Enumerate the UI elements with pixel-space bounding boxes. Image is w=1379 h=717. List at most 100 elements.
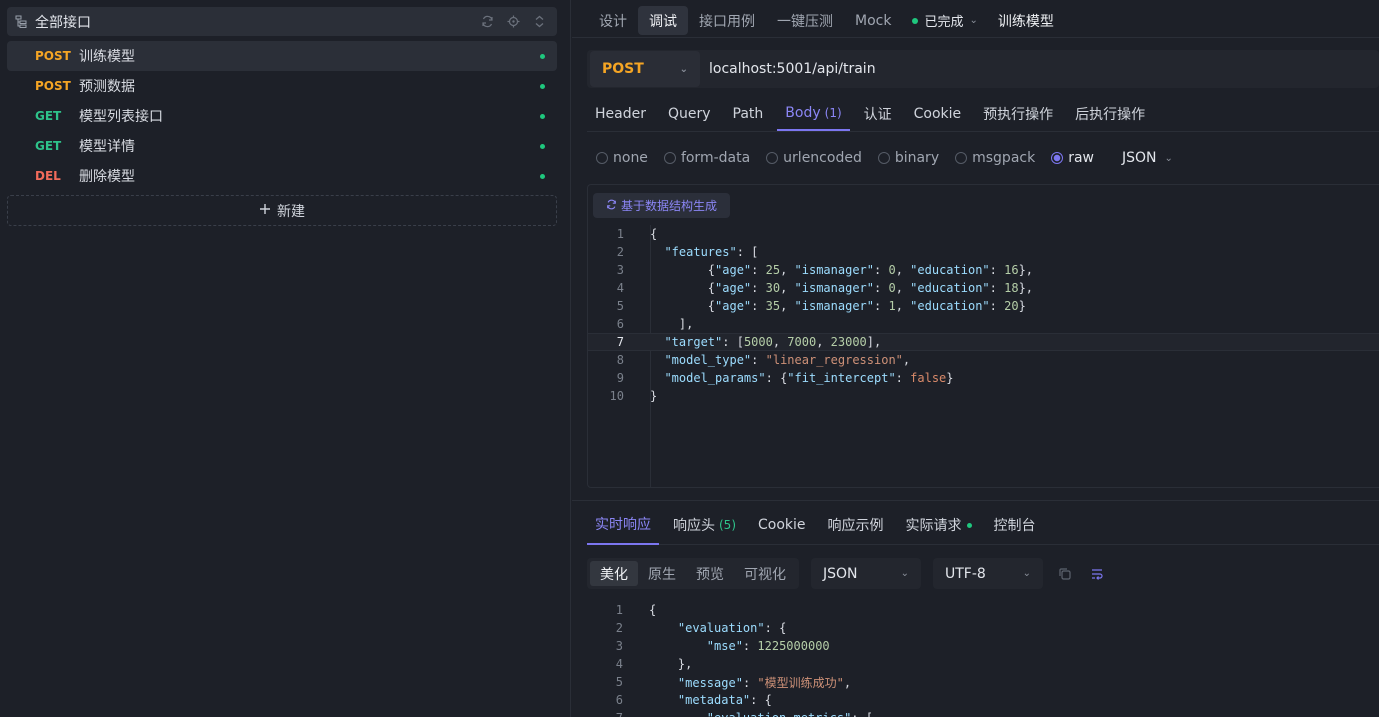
line-number: 2 xyxy=(615,621,623,635)
code-text: "mse": 1225000000 xyxy=(706,639,830,653)
view-raw[interactable]: 原生 xyxy=(638,561,686,586)
radio-none[interactable]: none xyxy=(596,150,648,166)
tab-response-headers[interactable]: 响应头 (5) xyxy=(665,505,744,545)
line-number: 5 xyxy=(616,299,624,313)
body-format-select[interactable]: JSON ⌄ xyxy=(1122,150,1173,166)
tab-cookie[interactable]: Cookie xyxy=(906,96,970,131)
tab-console[interactable]: 控制台 xyxy=(986,505,1044,545)
status-label: 已完成 xyxy=(924,15,964,30)
api-title[interactable]: 训练模型 xyxy=(998,11,1054,31)
line-number: 1 xyxy=(616,227,624,241)
body-editor[interactable]: 基于数据结构生成 1{2 "features": [3 {"age": 25, … xyxy=(587,184,1379,488)
api-item-model-list[interactable]: GET 模型列表接口 xyxy=(7,101,557,131)
tab-response-examples[interactable]: 响应示例 xyxy=(820,505,892,545)
status-dropdown[interactable]: 已完成 ⌄ xyxy=(912,11,978,30)
radio-circle xyxy=(766,152,779,164)
encoding-select[interactable]: UTF-8 ⌄ xyxy=(933,558,1043,589)
status-dot xyxy=(540,53,545,59)
api-item-train-model[interactable]: POST 训练模型 xyxy=(7,41,557,71)
code-line: 1{ xyxy=(588,225,1379,243)
status-dot xyxy=(540,83,545,89)
tab-load-test[interactable]: 一键压测 xyxy=(766,6,844,35)
line-number: 2 xyxy=(616,245,624,259)
generate-label: 基于数据结构生成 xyxy=(621,199,718,213)
status-dot xyxy=(540,143,545,149)
radio-form-data[interactable]: form-data xyxy=(663,150,750,166)
refresh-icon xyxy=(606,199,617,213)
locate-icon[interactable] xyxy=(505,14,521,30)
code-line: 7 "evaluation_metrics": [ xyxy=(587,709,1379,717)
wrap-lines-icon[interactable] xyxy=(1087,564,1107,584)
line-number: 4 xyxy=(615,657,623,671)
new-api-button[interactable]: 新建 xyxy=(7,195,557,226)
line-number: 3 xyxy=(616,263,624,277)
response-format-value: JSON xyxy=(823,565,858,582)
generate-from-schema-button[interactable]: 基于数据结构生成 xyxy=(593,193,731,218)
tab-debug[interactable]: 调试 xyxy=(638,6,688,35)
radio-msgpack[interactable]: msgpack xyxy=(955,150,1035,166)
radio-raw[interactable]: raw xyxy=(1051,150,1094,166)
api-tree-header[interactable]: 全部接口 xyxy=(7,7,557,36)
response-toolbar: 美化 原生 预览 可视化 JSON ⌄ UTF-8 ⌄ xyxy=(587,558,1107,589)
divider xyxy=(572,37,1379,38)
api-tree-panel: 全部接口 POST 训练模型 POST 预测数据 GET 模型列表接口 GET … xyxy=(0,0,571,717)
line-number: 3 xyxy=(615,639,623,653)
api-item-label: 训练模型 xyxy=(79,49,135,65)
response-format-select[interactable]: JSON ⌄ xyxy=(811,558,921,589)
tab-path[interactable]: Path xyxy=(725,96,772,131)
code-text: }, xyxy=(649,657,693,671)
tab-count: (1) xyxy=(824,105,842,120)
api-item-label: 预测数据 xyxy=(79,79,135,95)
chevron-down-icon: ⌄ xyxy=(900,568,909,579)
radio-urlencoded[interactable]: urlencoded xyxy=(766,150,862,166)
api-item-label: 模型详情 xyxy=(79,139,135,155)
api-item-delete-model[interactable]: DEL 删除模型 xyxy=(7,161,557,191)
api-item-model-detail[interactable]: GET 模型详情 xyxy=(7,131,557,161)
code-line: 2 "evaluation": { xyxy=(587,619,1379,637)
plus-icon xyxy=(259,203,271,219)
body-format-value: JSON xyxy=(1122,150,1157,166)
code-line: 6 "metadata": { xyxy=(587,691,1379,709)
radio-binary[interactable]: binary xyxy=(877,150,939,166)
view-mode-segment: 美化 原生 预览 可视化 xyxy=(587,558,799,589)
tab-actual-request[interactable]: 实际请求 xyxy=(898,505,980,545)
code-text: { xyxy=(649,603,657,617)
expand-collapse-icon[interactable] xyxy=(531,14,547,30)
tab-mock[interactable]: Mock xyxy=(844,6,902,35)
tab-design[interactable]: 设计 xyxy=(588,6,638,35)
code-text: "metadata": { xyxy=(677,693,772,707)
encoding-value: UTF-8 xyxy=(945,565,986,582)
chevron-down-icon: ⌄ xyxy=(679,63,688,75)
tab-pre-script[interactable]: 预执行操作 xyxy=(975,96,1061,131)
line-number: 6 xyxy=(615,693,623,707)
tab-body[interactable]: Body (1) xyxy=(777,96,850,131)
code-text: "evaluation_metrics": [ xyxy=(623,711,873,717)
tab-test-cases[interactable]: 接口用例 xyxy=(688,6,766,35)
method-badge: POST xyxy=(35,49,71,63)
body-type-selector: none form-data urlencoded binary msgpack… xyxy=(596,150,1173,166)
radio-circle xyxy=(1051,152,1064,164)
copy-icon[interactable] xyxy=(1055,564,1075,584)
panel-splitter[interactable] xyxy=(572,500,1379,501)
method-select[interactable]: POST ⌄ xyxy=(590,51,700,87)
code-line: 8 "model_type": "linear_regression", xyxy=(588,351,1379,369)
view-preview[interactable]: 预览 xyxy=(686,561,734,586)
tab-live-response[interactable]: 实时响应 xyxy=(587,505,659,545)
status-dot xyxy=(912,17,919,24)
request-panel: 设计 调试 接口用例 一键压测 Mock 已完成 ⌄ 训练模型 POST ⌄ l… xyxy=(572,0,1379,717)
refresh-icon[interactable] xyxy=(479,14,495,30)
tab-post-script[interactable]: 后执行操作 xyxy=(1067,96,1153,131)
url-input[interactable]: localhost:5001/api/train xyxy=(709,61,876,77)
view-visualize[interactable]: 可视化 xyxy=(734,561,796,586)
tab-response-cookie[interactable]: Cookie xyxy=(750,505,814,545)
status-dot xyxy=(966,522,972,528)
folder-tree-icon xyxy=(7,15,35,28)
tab-query[interactable]: Query xyxy=(660,96,719,131)
line-number: 8 xyxy=(616,353,624,367)
line-number: 7 xyxy=(616,335,624,349)
tab-auth[interactable]: 认证 xyxy=(856,96,900,131)
status-dot xyxy=(540,113,545,119)
tab-header[interactable]: Header xyxy=(587,96,654,131)
api-item-predict-data[interactable]: POST 预测数据 xyxy=(7,71,557,101)
view-pretty[interactable]: 美化 xyxy=(590,561,638,586)
